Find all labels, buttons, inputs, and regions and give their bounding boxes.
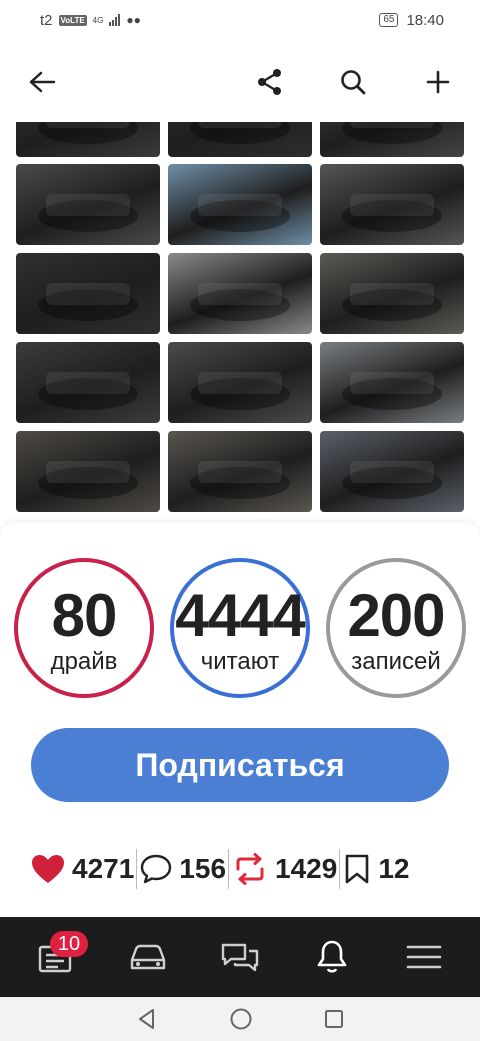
drive-label: драйв — [50, 648, 118, 675]
likes-count: 4271 — [72, 853, 135, 884]
subscribe-button[interactable]: Подписаться — [31, 728, 449, 802]
divider — [228, 849, 230, 889]
posts-stat[interactable]: 200 записей — [326, 558, 466, 698]
bell-icon — [317, 940, 347, 973]
photo-alloy-wheel-red-caliper[interactable] — [168, 253, 312, 334]
posts-label: записей — [351, 648, 441, 675]
notification-badge: 10 — [50, 931, 88, 957]
reposts-counter[interactable]: 1429 — [231, 853, 337, 885]
bookmark-icon — [346, 854, 369, 884]
divider — [136, 849, 138, 889]
nav-garage[interactable] — [118, 927, 178, 987]
photo-content — [38, 372, 138, 410]
photo-content — [190, 194, 290, 232]
photo-content — [38, 461, 138, 499]
nav-feed[interactable]: 10 — [26, 927, 88, 987]
network-label: 4G — [92, 15, 104, 25]
status-right: 65 18:40 — [379, 12, 444, 29]
photo-content — [190, 122, 290, 144]
battery-icon: 65 — [379, 13, 399, 27]
photo-content — [38, 194, 138, 232]
posts-count: 200 — [347, 582, 445, 649]
back-triangle-icon[interactable] — [135, 1007, 159, 1031]
photo-content — [190, 283, 290, 321]
photo-cars-in-garage[interactable] — [16, 122, 160, 157]
photo-car-front-plate[interactable] — [16, 342, 160, 423]
divider — [339, 849, 341, 889]
readers-stat[interactable]: 4444 читают — [170, 558, 310, 698]
repost-icon — [236, 853, 264, 885]
nav-menu[interactable] — [394, 927, 454, 987]
photo-content — [190, 461, 290, 499]
photo-car-rear-parked[interactable] — [320, 122, 464, 157]
comments-counter[interactable]: 156 — [139, 853, 226, 885]
plus-icon[interactable] — [418, 62, 458, 102]
car-icon — [130, 944, 166, 970]
readers-count: 4444 — [175, 582, 305, 649]
heart-icon — [32, 855, 64, 883]
nav-notifications[interactable] — [302, 927, 362, 987]
photo-content — [38, 122, 138, 144]
readers-label: читают — [200, 648, 280, 675]
photo-gallery — [0, 122, 480, 522]
photo-headlight-closeup[interactable] — [16, 253, 160, 334]
photo-black-suv-by-monument[interactable] — [168, 164, 312, 245]
photo-car-headlight-front[interactable] — [168, 122, 312, 157]
carrier-label: t2 — [40, 11, 53, 29]
photo-black-car-parked[interactable] — [320, 253, 464, 334]
photo-hand-holding-part[interactable] — [168, 431, 312, 512]
nav-messages[interactable] — [210, 927, 270, 987]
profile-stats-card: 80 драйв 4444 читают 200 записей Подписа… — [0, 522, 480, 922]
drive-stat[interactable]: 80 драйв — [14, 558, 154, 698]
comment-icon — [141, 854, 172, 884]
notification-dots-icon: ●● — [126, 13, 141, 27]
bookmarks-count: 12 — [378, 853, 410, 884]
photo-engine-bay[interactable] — [16, 164, 160, 245]
engagement-counters: 4271 156 1429 12 — [30, 844, 450, 894]
photo-black-wagon-street[interactable] — [320, 342, 464, 423]
recents-square-icon[interactable] — [323, 1008, 345, 1030]
photo-content — [342, 122, 442, 144]
home-circle-icon[interactable] — [229, 1007, 253, 1031]
bookmarks-counter[interactable]: 12 — [342, 853, 409, 885]
chat-icon — [221, 943, 259, 972]
likes-counter[interactable]: 4271 — [30, 853, 134, 885]
photo-content — [190, 372, 290, 410]
app-header — [0, 40, 480, 122]
status-bar: t2 VoLTE 4G ●● 65 18:40 — [0, 0, 480, 40]
photo-engine-disassembled[interactable] — [16, 431, 160, 512]
photo-content — [342, 372, 442, 410]
photo-wagon-rear-night[interactable] — [168, 342, 312, 423]
photo-content — [342, 194, 442, 232]
menu-icon — [406, 945, 442, 969]
status-left: t2 VoLTE 4G ●● — [40, 12, 141, 29]
photo-content — [38, 283, 138, 321]
system-navigation-bar — [0, 997, 480, 1041]
volte-badge: VoLTE — [58, 14, 87, 26]
share-icon[interactable] — [250, 62, 290, 102]
drive-count: 80 — [51, 582, 118, 649]
search-icon[interactable] — [333, 62, 373, 102]
comments-count: 156 — [179, 853, 227, 884]
photo-engine-intercooler[interactable] — [320, 164, 464, 245]
arrow-left-icon[interactable] — [22, 62, 62, 102]
signal-icon — [109, 14, 121, 26]
reposts-count: 1429 — [275, 853, 338, 884]
clock: 18:40 — [406, 11, 444, 29]
bottom-navigation: 10 — [0, 917, 480, 997]
photo-content — [342, 461, 442, 499]
photo-cars-in-workshop[interactable] — [320, 431, 464, 512]
photo-content — [342, 283, 442, 321]
